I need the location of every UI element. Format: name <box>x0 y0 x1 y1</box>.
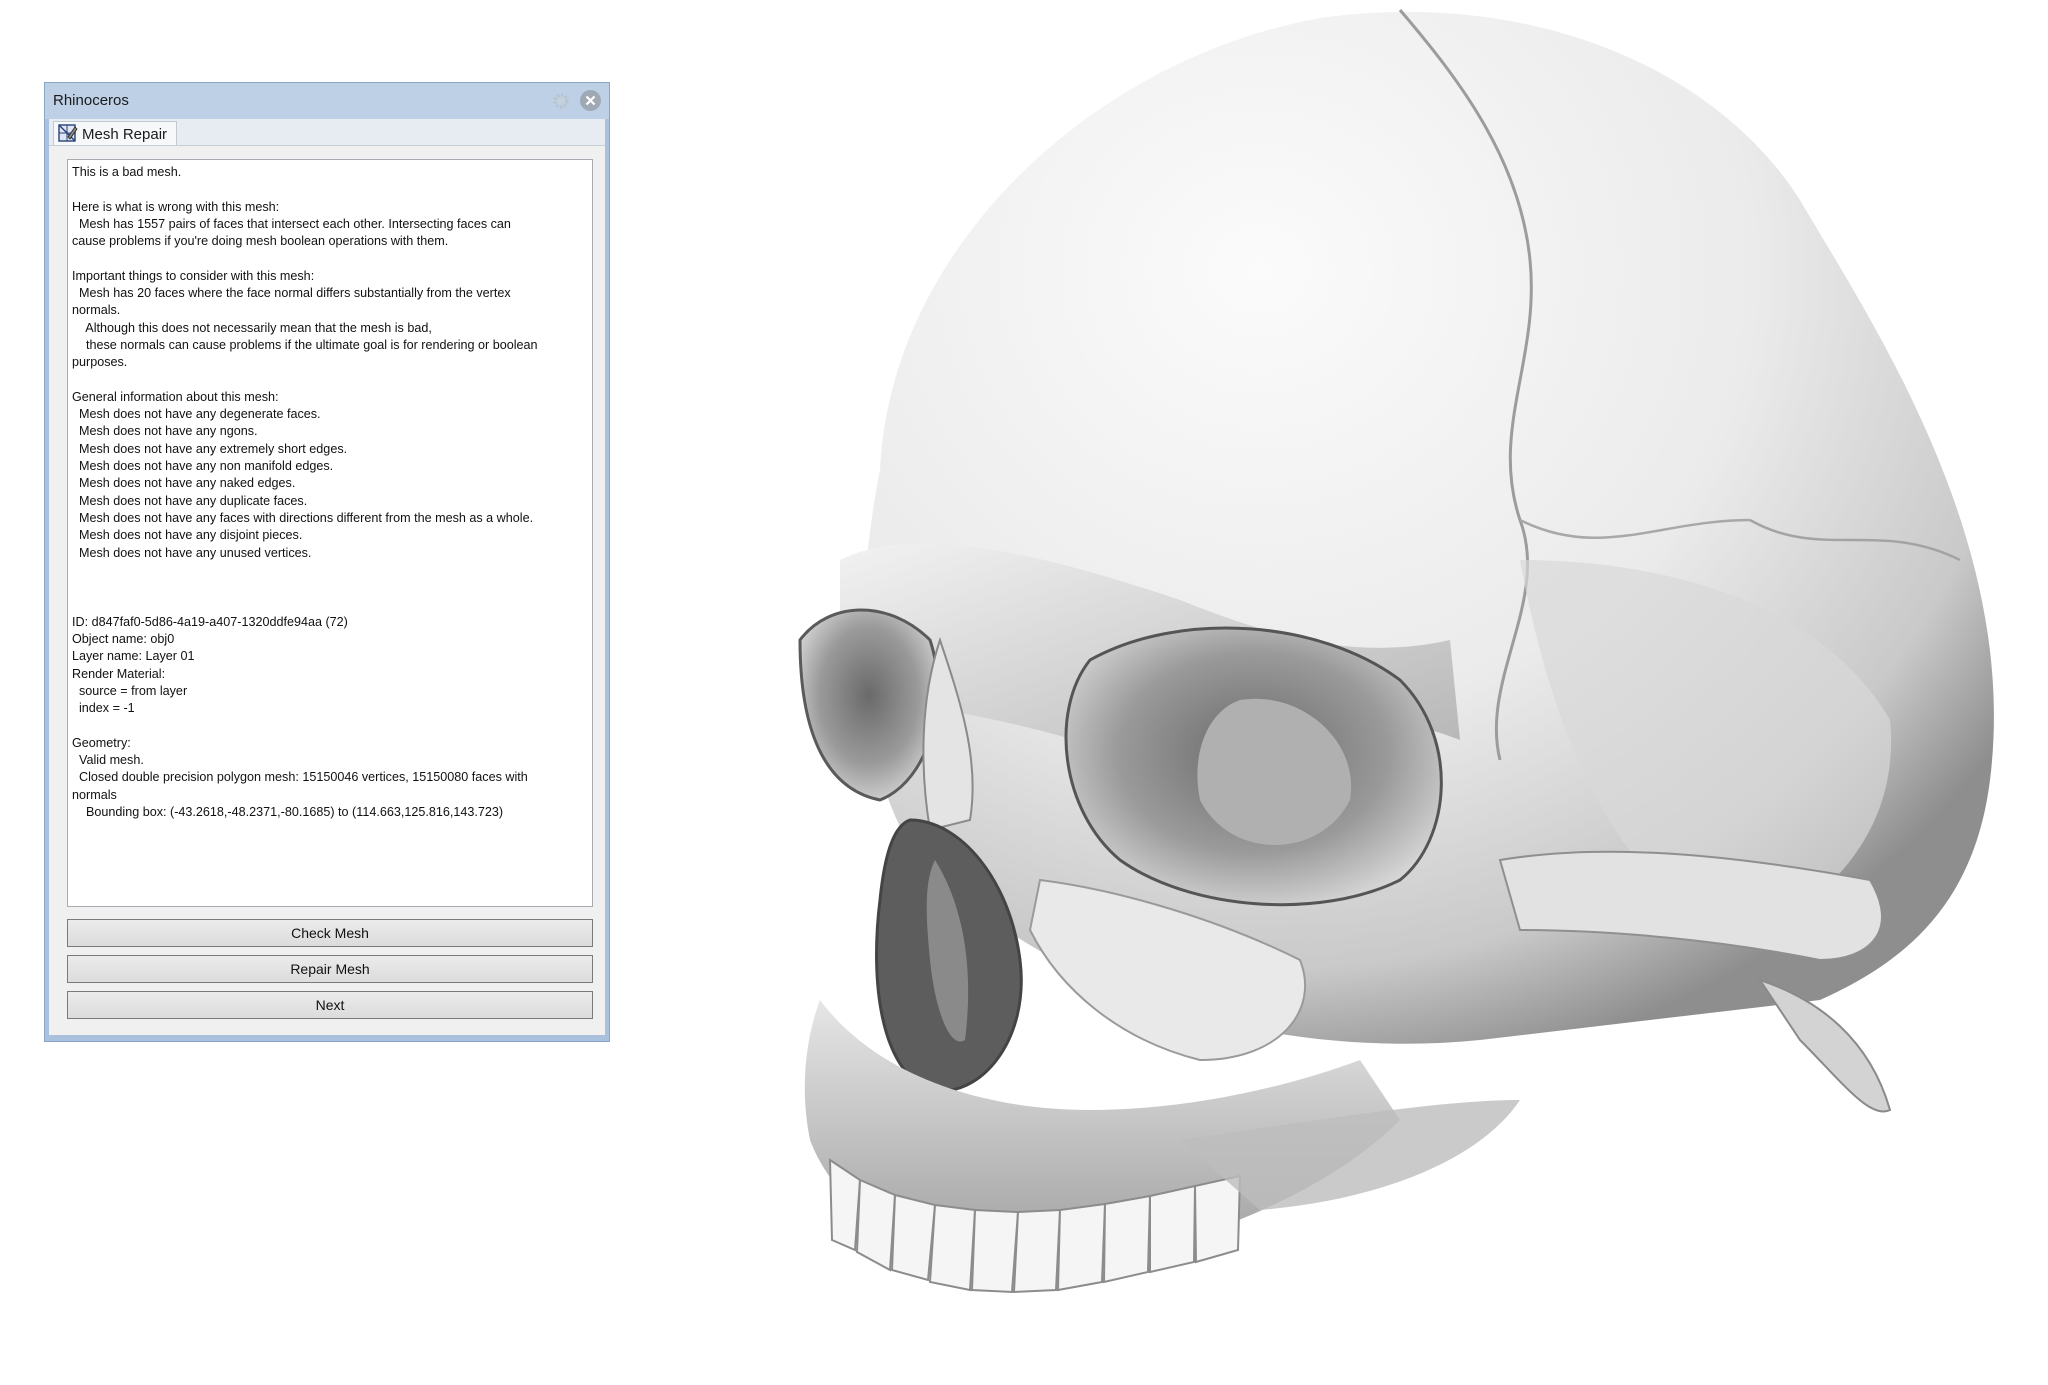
report-line <box>72 579 588 596</box>
window-title: Rhinoceros <box>53 92 129 109</box>
report-line: purposes. <box>72 355 128 370</box>
report-line: Mesh does not have any naked edges. <box>72 476 296 491</box>
report-line: Mesh does not have any extremely short e… <box>72 441 348 456</box>
window-client: Mesh Repair This is a bad mesh. Here is w… <box>49 119 605 1035</box>
report-line: Mesh does not have any faces with direct… <box>72 510 534 525</box>
report-line <box>72 181 588 198</box>
render-viewport[interactable] <box>760 0 2048 1385</box>
report-line: Mesh does not have any disjoint pieces. <box>72 528 303 543</box>
report-line: Layer name: Layer 01 <box>72 649 195 664</box>
report-line: cause problems if you're doing mesh bool… <box>72 234 449 249</box>
report-line: Mesh does not have any degenerate faces. <box>72 407 321 422</box>
report-line: ID: d847faf0-5d86-4a19-a407-1320ddfe94aa… <box>72 614 348 629</box>
close-icon[interactable] <box>580 90 601 111</box>
report-line: Mesh does not have any non manifold edge… <box>72 459 334 474</box>
report-line: Although this does not necessarily mean … <box>72 320 432 335</box>
report-line: Mesh does not have any unused vertices. <box>72 545 312 560</box>
skull-render <box>798 9 1994 1294</box>
report-line: Mesh has 1557 pairs of faces that inters… <box>72 216 511 231</box>
report-line <box>72 372 588 389</box>
report-line: Mesh does not have any duplicate faces. <box>72 493 308 508</box>
report-line <box>72 562 588 579</box>
mesh-report-textbox[interactable]: This is a bad mesh. Here is what is wrong… <box>67 159 593 907</box>
window-titlebar[interactable]: Rhinoceros <box>45 83 609 119</box>
tab-mesh-repair[interactable]: Mesh Repair <box>53 121 177 145</box>
report-line: Bounding box: (-43.2618,-48.2371,-80.168… <box>72 804 504 819</box>
check-mesh-button[interactable]: Check Mesh <box>67 919 593 947</box>
report-line: Geometry: <box>72 735 131 750</box>
report-line: Render Material: <box>72 666 166 681</box>
gear-icon[interactable] <box>551 91 571 111</box>
report-line: source = from layer <box>72 683 188 698</box>
tab-label: Mesh Repair <box>82 126 168 143</box>
repair-mesh-button[interactable]: Repair Mesh <box>67 955 593 983</box>
report-line <box>72 718 588 735</box>
report-line: these normals can cause problems if the … <box>72 337 538 352</box>
rhino-window: Rhinoceros Mesh Repair This is a bad mes… <box>44 82 610 1042</box>
report-line: Valid mesh. <box>72 753 144 768</box>
report-line: normals <box>72 787 117 802</box>
report-line: Important things to consider with this m… <box>72 268 315 283</box>
report-line: Mesh does not have any ngons. <box>72 424 258 439</box>
mesh-repair-icon <box>58 124 78 142</box>
report-line: Mesh has 20 faces where the face normal … <box>72 286 511 301</box>
report-line <box>72 250 588 267</box>
report-line <box>72 596 588 613</box>
report-line: Closed double precision polygon mesh: 15… <box>72 770 528 785</box>
report-line: index = -1 <box>72 701 135 716</box>
next-button[interactable]: Next <box>67 991 593 1019</box>
report-line: This is a bad mesh. <box>72 165 182 179</box>
report-line: Object name: obj0 <box>72 632 175 647</box>
report-line: General information about this mesh: <box>72 389 279 404</box>
report-line: Here is what is wrong with this mesh: <box>72 199 280 214</box>
tab-strip: Mesh Repair <box>49 119 605 146</box>
report-line: normals. <box>72 303 121 318</box>
